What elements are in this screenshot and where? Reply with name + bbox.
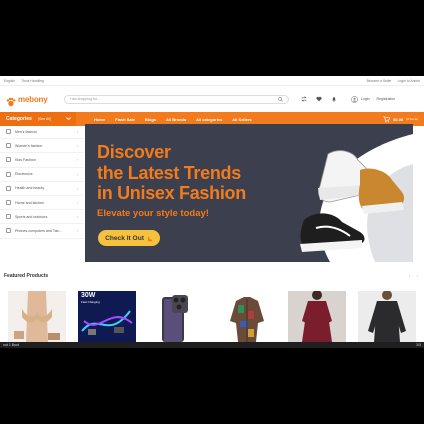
become-seller-link[interactable]: Become a Seller — [367, 79, 392, 83]
category-item[interactable]: Kids Fashion › — [0, 153, 84, 168]
admin-login-link[interactable]: Login to Admin — [398, 79, 420, 83]
category-sidebar: Men's fashion › Women's fashion › Kids Fas… — [0, 125, 84, 239]
chevron-right-icon: › — [76, 200, 78, 206]
category-label: Kids Fashion — [15, 157, 36, 162]
cart-amount: $0.00 — [393, 116, 404, 122]
search-placeholder: I am shopping for... — [70, 97, 100, 101]
search-icon[interactable] — [278, 96, 283, 102]
nav-all-categories[interactable]: All categories — [196, 117, 222, 122]
nav-all-sellers[interactable]: All Sellers — [232, 117, 251, 122]
register-link[interactable]: Registration — [377, 97, 396, 101]
chevron-right-icon: › — [76, 143, 78, 149]
phone-product-image — [148, 291, 206, 342]
bottom-status-bar: oot 1 Bout 3/3 — [0, 342, 424, 348]
cable-badge: 30W — [81, 292, 96, 299]
status-left-text: oot 1 Bout — [3, 343, 19, 347]
wishlist-heart-icon[interactable] — [316, 96, 322, 102]
nav-menu: Home Flash Sale Blogs All Brands All cat… — [94, 117, 252, 122]
site-header: mebony I am shopping for... Login | Regi… — [0, 86, 424, 112]
account-links: Login | Registration — [351, 95, 396, 103]
product-card[interactable] — [288, 291, 346, 342]
user-icon[interactable] — [351, 95, 358, 103]
search-input[interactable]: I am shopping for... — [64, 94, 289, 104]
category-label: Phones,computers and Tab... — [15, 228, 62, 233]
featured-products-title: Featured Products — [4, 273, 49, 279]
dress-product-image — [288, 291, 346, 342]
chevron-left-icon[interactable]: ‹ — [409, 273, 411, 279]
chevron-right-icon: › — [76, 228, 78, 234]
check-it-out-button[interactable]: Check It Out — [98, 230, 160, 246]
chevron-right-icon[interactable]: › — [416, 273, 418, 279]
chevron-right-icon: › — [76, 171, 78, 177]
chevron-right-icon: › — [76, 185, 78, 191]
banner-subtitle: Elevate your style today! — [97, 208, 209, 219]
category-icon — [6, 157, 11, 163]
product-card[interactable] — [358, 291, 416, 342]
nav-all-brands[interactable]: All Brands — [166, 117, 186, 122]
categories-label: Categories — [6, 116, 32, 122]
chevron-down-icon — [66, 117, 71, 121]
nav-home[interactable]: Home — [94, 117, 105, 122]
featured-products-row: 30W Fast Charging — [8, 291, 416, 342]
product-card[interactable] — [8, 291, 66, 342]
category-icon — [6, 171, 11, 177]
see-all-link[interactable]: (See All) — [38, 117, 51, 121]
category-item[interactable]: Sports and outdoors › — [0, 210, 84, 225]
category-item[interactable]: Electronics › — [0, 168, 84, 182]
banner-line-3: in Unisex Fashion — [97, 183, 246, 203]
category-label: Home and kitchen — [15, 200, 44, 205]
product-card[interactable] — [218, 291, 276, 342]
category-icon — [6, 129, 11, 135]
category-label: Men's fashion — [15, 129, 38, 134]
category-label: Electronics — [15, 172, 33, 177]
cart-button[interactable]: $0.00 (0 Items) — [383, 115, 418, 123]
top-bar: English Thuis Handling Become a Seller L… — [0, 76, 424, 86]
banner-line-2: the Latest Trends — [97, 162, 241, 183]
cta-label: Check It Out — [105, 234, 144, 242]
compare-icon[interactable] — [301, 96, 307, 102]
logo[interactable]: mebony — [6, 94, 64, 107]
header-icons — [301, 96, 337, 102]
hero-banner[interactable]: Discover the Latest Trends in Unisex Fas… — [85, 124, 413, 262]
product-card[interactable]: 30W Fast Charging — [78, 291, 136, 342]
category-item[interactable]: Men's fashion › — [0, 125, 84, 140]
category-icon — [6, 214, 11, 220]
login-link[interactable]: Login — [361, 97, 370, 101]
chevron-right-icon: › — [76, 157, 78, 163]
categories-dropdown[interactable]: Categories (See All) — [0, 112, 76, 126]
pointer-hand-icon — [148, 236, 153, 241]
category-label: Women's fashion — [15, 143, 43, 148]
cart-icon — [383, 115, 391, 122]
banner-headline: Discover the Latest Trends in Unisex Fas… — [97, 142, 246, 204]
carousel-controls: ‹ › — [409, 273, 418, 279]
sneakers-image — [300, 150, 405, 252]
bra-product-image — [8, 291, 66, 342]
language-selector[interactable]: English — [4, 79, 15, 83]
chevron-right-icon: › — [76, 129, 78, 135]
brand-name: mebony — [18, 94, 48, 104]
category-label: Health and beauty — [15, 186, 45, 191]
nav-flash-sale[interactable]: Flash Sale — [115, 117, 135, 122]
cable-badge-sub: Fast Charging — [81, 300, 100, 304]
category-icon — [6, 143, 11, 149]
category-label: Sports and outdoors — [15, 214, 48, 219]
nav-blogs[interactable]: Blogs — [145, 117, 156, 122]
category-icon — [6, 200, 11, 206]
banner-line-1: Discover — [97, 142, 171, 162]
topbar-link[interactable]: Thuis Handling — [21, 79, 44, 83]
status-right-text: 3/3 — [416, 343, 421, 347]
category-icon — [6, 185, 11, 191]
paw-logo-icon — [6, 94, 16, 107]
shirt-product-image — [218, 291, 276, 342]
product-card[interactable] — [148, 291, 206, 342]
sweater-product-image — [358, 291, 416, 342]
category-icon — [6, 228, 11, 234]
category-item[interactable]: Home and kitchen › — [0, 196, 84, 211]
category-item[interactable]: Health and beauty › — [0, 182, 84, 196]
category-item[interactable]: Women's fashion › — [0, 139, 84, 154]
cart-item-count: (0 Items) — [406, 117, 418, 121]
chevron-right-icon: › — [76, 214, 78, 220]
notification-bell-icon[interactable] — [331, 96, 337, 102]
category-item[interactable]: Phones,computers and Tab... › — [0, 224, 84, 239]
